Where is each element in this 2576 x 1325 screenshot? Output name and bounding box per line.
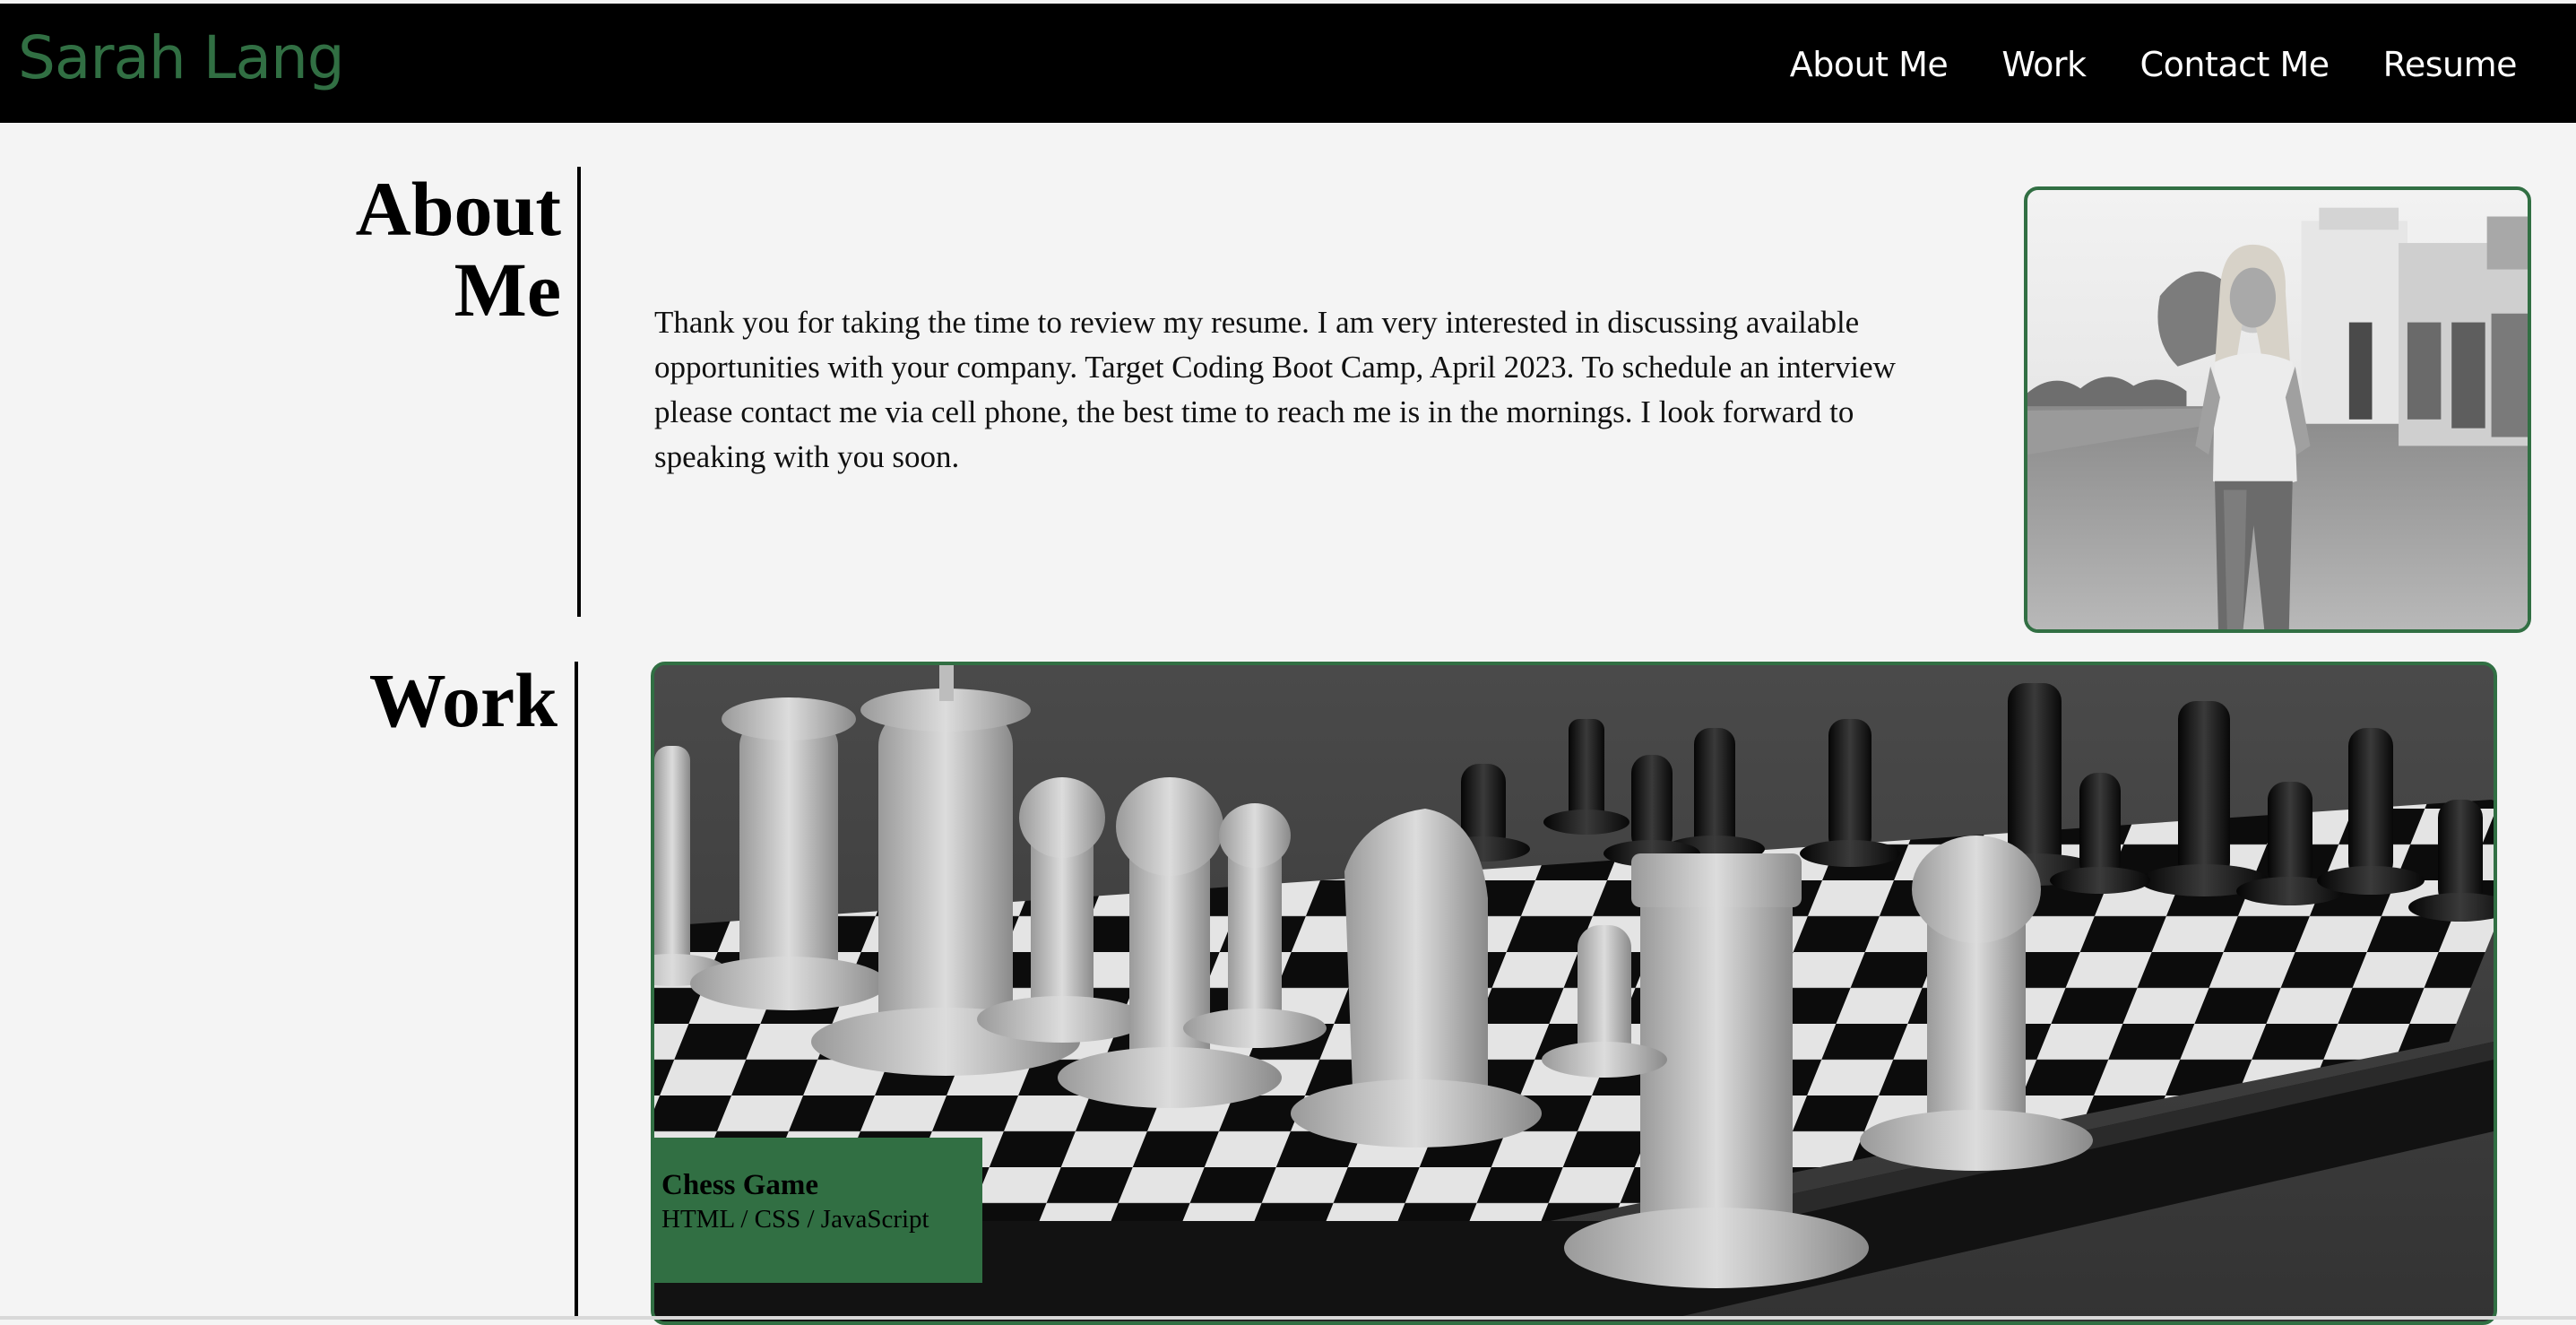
profile-photo	[2024, 186, 2531, 633]
nav-about-me[interactable]: About Me	[1790, 45, 1949, 86]
project-tech-stack: HTML / CSS / JavaScript	[661, 1205, 929, 1234]
work-heading: Work	[368, 657, 558, 743]
about-paragraph: Thank you for taking the time to review …	[654, 305, 1896, 474]
about-heading-line1: About	[355, 166, 561, 252]
brand-logo[interactable]: Sarah Lang	[18, 29, 345, 88]
nav-resume[interactable]: Resume	[2383, 45, 2518, 86]
project-card-chess-game[interactable]: Chess Game HTML / CSS / JavaScript	[651, 662, 2497, 1325]
project-title: Chess Game	[661, 1169, 819, 1201]
nav-contact-me[interactable]: Contact Me	[2140, 45, 2330, 86]
nav-work[interactable]: Work	[2001, 45, 2087, 86]
main-nav: About Me Work Contact Me Resume	[1790, 45, 2518, 86]
profile-photo-image	[2027, 190, 2528, 629]
about-heading-line2: Me	[454, 247, 561, 333]
about-heading: About Me	[269, 169, 561, 330]
site-header: Sarah Lang About Me Work Contact Me Resu…	[0, 4, 2576, 123]
project-label[interactable]: Chess Game HTML / CSS / JavaScript	[654, 1138, 982, 1283]
page-bottom-edge	[0, 1316, 2576, 1320]
work-divider	[575, 662, 578, 1320]
about-divider	[577, 167, 581, 617]
